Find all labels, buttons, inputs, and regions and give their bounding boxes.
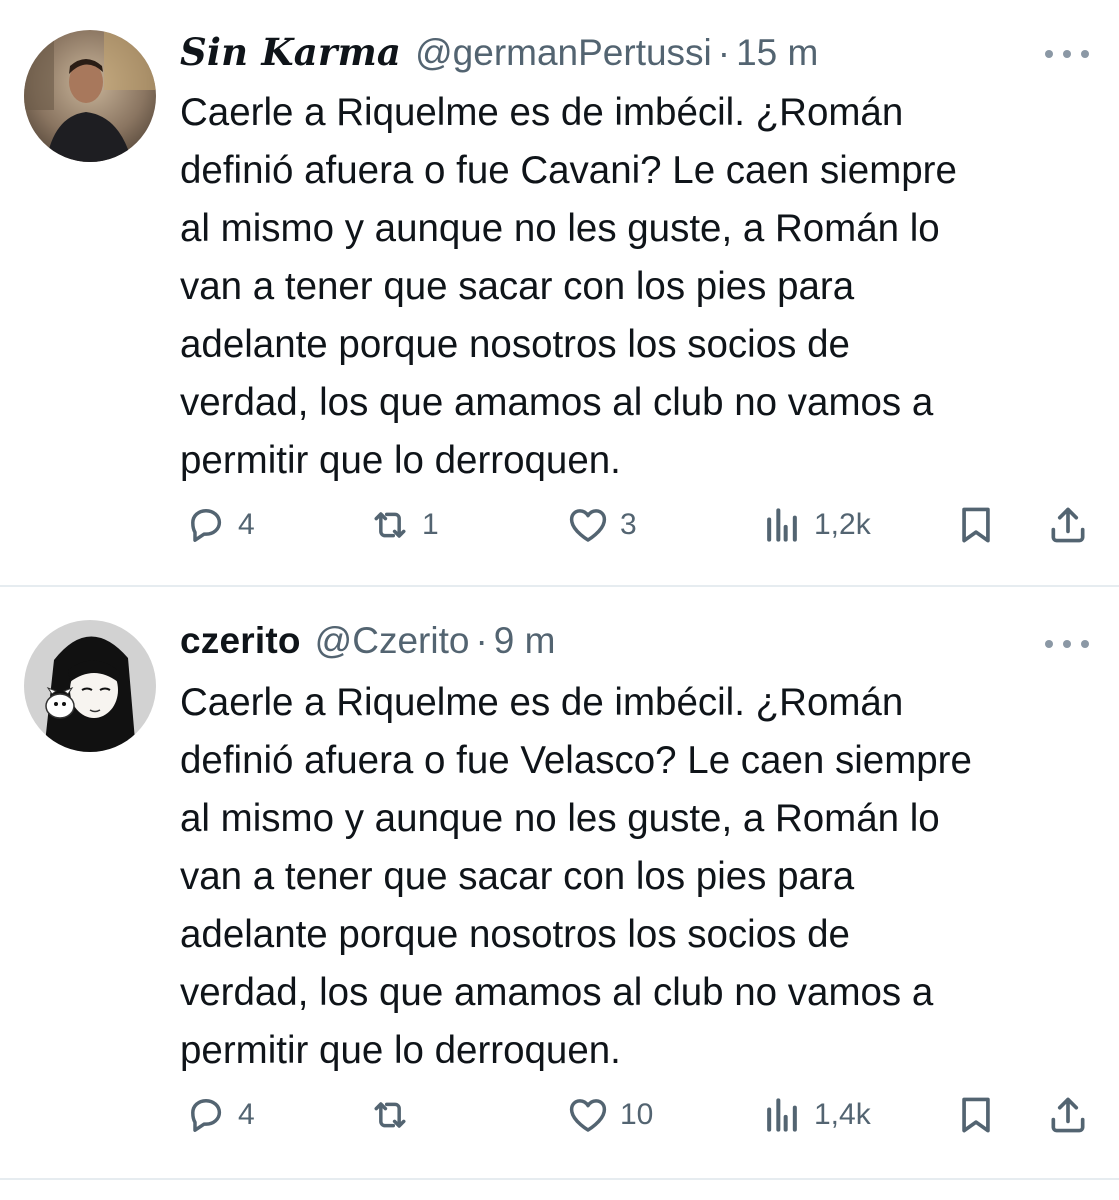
tweet-text-line: van a tener que sacar con los pies para (180, 855, 855, 898)
tweet-text-line: al mismo y aunque no les guste, a Román … (180, 797, 940, 840)
user-handle[interactable]: @Czerito (315, 620, 470, 662)
heart-icon (569, 509, 607, 542)
views-button[interactable]: 1,4k (760, 1090, 871, 1140)
share-icon (1051, 1097, 1085, 1133)
bookmark-button[interactable] (954, 500, 998, 550)
reply-icon (191, 1098, 222, 1132)
reply-icon (191, 508, 222, 542)
avatar[interactable] (24, 620, 156, 752)
more-dots-icon[interactable] (1045, 634, 1089, 654)
like-button[interactable]: 3 (566, 500, 637, 550)
share-icon (1051, 507, 1085, 543)
share-button[interactable] (1046, 1090, 1090, 1140)
tweet-1[interactable]: Sin Karma @germanPertussi · 15 m Caerle … (0, 30, 1119, 570)
tweet-text-line: verdad, los que amamos al club no vamos … (180, 971, 934, 1014)
tweet-header: Sin Karma @germanPertussi · 15 m (180, 30, 818, 90)
tweet-text-line: Caerle a Riquelme es de imbécil. ¿Román (180, 681, 904, 724)
retweet-icon (374, 1102, 406, 1128)
reply-button[interactable]: 4 (184, 500, 255, 550)
tweet-text-line: permitir que lo derroquen. (180, 1029, 621, 1072)
like-count: 10 (620, 1098, 654, 1131)
timestamp[interactable]: 9 m (494, 620, 556, 662)
retweet-count: 1 (422, 508, 439, 541)
avatar[interactable] (24, 30, 156, 162)
reply-button[interactable]: 4 (184, 1090, 255, 1140)
views-chart-icon (767, 1098, 797, 1132)
views-button[interactable]: 1,2k (760, 500, 871, 550)
display-name[interactable]: Sin Karma (180, 30, 401, 74)
tweet-text-line: permitir que lo derroquen. (180, 439, 621, 482)
tweet-header: czerito @Czerito · 9 m (180, 620, 555, 680)
separator-dot: · (717, 32, 731, 73)
user-handle[interactable]: @germanPertussi (415, 32, 712, 74)
share-button[interactable] (1046, 500, 1090, 550)
like-count: 3 (620, 508, 637, 541)
timestamp[interactable]: 15 m (736, 32, 818, 74)
tweet-text-line: definió afuera o fue Cavani? Le caen sie… (180, 149, 957, 192)
retweet-button[interactable] (368, 1090, 422, 1140)
bookmark-button[interactable] (954, 1090, 998, 1140)
views-count: 1,2k (814, 508, 871, 541)
tweet-text-line: verdad, los que amamos al club no vamos … (180, 381, 934, 424)
tweet-text-line: Caerle a Riquelme es de imbécil. ¿Román (180, 91, 904, 134)
heart-icon (569, 1099, 607, 1132)
display-name[interactable]: czerito (180, 620, 301, 662)
tweet-text-line: adelante porque nosotros los socios de (180, 913, 850, 956)
action-bar: 4 1 3 1,2k (180, 500, 1100, 550)
separator-dot: · (475, 620, 488, 661)
bookmark-icon (962, 507, 990, 543)
tweet-text-line: adelante porque nosotros los socios de (180, 323, 850, 366)
tweet-2[interactable]: czerito @Czerito · 9 m Caerle a Riquelme… (0, 620, 1119, 1160)
more-dots-icon[interactable] (1045, 44, 1089, 64)
tweet-text: Caerle a Riquelme es de imbécil. ¿Román … (180, 674, 1100, 1080)
retweet-icon (374, 512, 406, 538)
views-count: 1,4k (814, 1098, 871, 1131)
reply-count: 4 (238, 1098, 255, 1131)
retweet-button[interactable]: 1 (368, 500, 439, 550)
tweet-text: Caerle a Riquelme es de imbécil. ¿Román … (180, 84, 1100, 490)
reply-count: 4 (238, 508, 255, 541)
action-bar: 4 10 1,4k (180, 1090, 1100, 1140)
tweet-divider (0, 585, 1119, 587)
tweet-text-line: al mismo y aunque no les guste, a Román … (180, 207, 940, 250)
views-chart-icon (767, 508, 797, 542)
tweet-text-line: van a tener que sacar con los pies para (180, 265, 855, 308)
like-button[interactable]: 10 (566, 1090, 653, 1140)
tweet-text-line: definió afuera o fue Velasco? Le caen si… (180, 739, 972, 782)
tweet-divider (0, 1178, 1119, 1180)
bookmark-icon (962, 1097, 990, 1133)
